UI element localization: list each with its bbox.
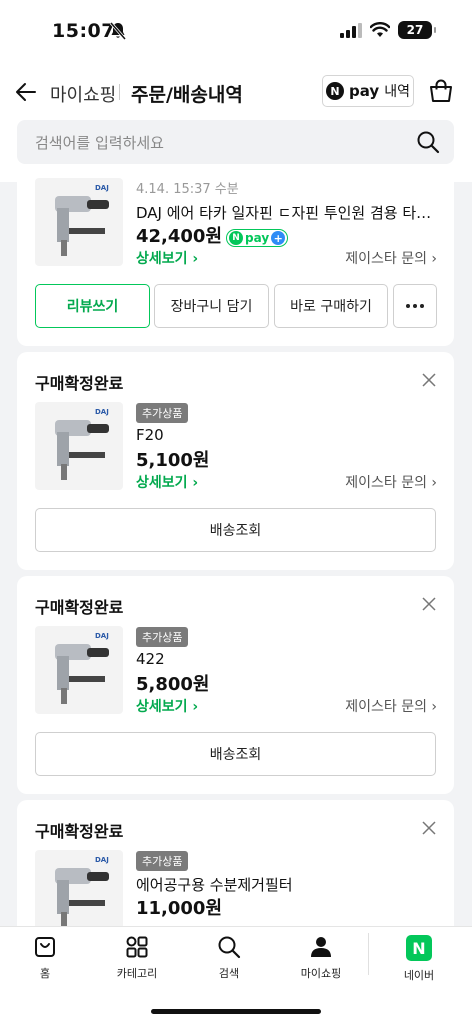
header: 마이쇼핑 주문/배송내역 N pay 내역 검색어를 입력하세요: [0, 62, 472, 182]
npay-pay-text: pay: [349, 82, 380, 100]
order-date: 4.14. 15:37 수분: [136, 182, 239, 197]
order-card: DAJ 4.14. 15:37 수분 DAJ 에어 타카 일자핀 ㄷ자핀 투인원…: [17, 178, 454, 346]
search-placeholder: 검색어를 입력하세요: [35, 134, 164, 152]
seller-inquiry-link[interactable]: 제이스타 문의 ›: [345, 248, 437, 268]
search-icon: [218, 936, 241, 959]
battery-indicator: 27: [398, 21, 436, 39]
nav-category-label: 카테고리: [116, 967, 158, 980]
product-price: 5,100원: [136, 450, 210, 471]
shopping-bag-icon[interactable]: [428, 78, 454, 104]
wifi-icon: [370, 22, 390, 37]
close-icon[interactable]: [422, 821, 436, 835]
svg-text:DAJ: DAJ: [95, 184, 109, 192]
close-icon[interactable]: [422, 597, 436, 611]
write-review-button[interactable]: 리뷰쓰기: [35, 284, 150, 328]
order-card: 구매확정완료 DAJ 추가상품 F20 5,100원 상세보기 › 제이스타 문…: [17, 352, 454, 570]
product-price: 5,800원: [136, 674, 210, 695]
close-icon[interactable]: [422, 373, 436, 387]
nav-divider: [368, 933, 369, 975]
npay-logo-icon: N: [326, 82, 345, 100]
nailer-product-image: DAJ: [55, 856, 109, 928]
order-status: 구매확정완료: [35, 598, 124, 617]
signal-icon: [340, 22, 362, 38]
status-time: 15:07: [52, 20, 115, 42]
header-divider: [119, 84, 120, 100]
nailer-product-image: DAJ: [55, 632, 109, 704]
nav-search-label: 검색: [218, 967, 240, 980]
additional-item-badge: 추가상품: [136, 851, 189, 871]
person-icon: [311, 937, 331, 957]
product-name[interactable]: F20: [136, 426, 436, 444]
nailer-product-image: DAJ: [55, 408, 109, 480]
home-bag-icon: [35, 937, 55, 957]
page-title: 주문/배송내역: [131, 84, 243, 106]
more-dots-icon: [406, 304, 424, 308]
nav-naver-label: 네이버: [403, 969, 435, 982]
product-thumbnail[interactable]: DAJ: [35, 626, 123, 714]
nav-home-label: 홈: [39, 967, 51, 980]
nav-my-shopping[interactable]: 마이쇼핑: [281, 935, 361, 981]
svg-text:DAJ: DAJ: [95, 408, 109, 416]
bottom-navigation: 홈 카테고리 검색 마이쇼핑 N 네이버: [0, 926, 472, 1024]
search-icon[interactable]: [416, 130, 440, 154]
seller-inquiry-link[interactable]: 제이스타 문의 ›: [345, 696, 437, 716]
npay-history-label: 내역: [384, 84, 410, 100]
nav-my-shopping-label: 마이쇼핑: [300, 967, 342, 980]
more-options-button[interactable]: [393, 284, 437, 328]
track-delivery-button[interactable]: 배송조회: [35, 508, 436, 552]
bell-off-icon: [110, 22, 126, 40]
additional-item-badge: 추가상품: [136, 403, 189, 423]
product-name[interactable]: 422: [136, 650, 436, 668]
home-indicator: [151, 1009, 321, 1014]
nav-search[interactable]: 검색: [189, 935, 269, 981]
product-thumbnail[interactable]: DAJ: [35, 402, 123, 490]
add-to-cart-button[interactable]: 장바구니 담기: [154, 284, 269, 328]
back-arrow-icon[interactable]: [14, 80, 38, 104]
order-card: 구매확정완료 DAJ 추가상품 에어공구용 수분제거필터 11,000원: [17, 800, 454, 938]
order-status: 구매확정완료: [35, 374, 124, 393]
category-grid-icon: [126, 936, 148, 958]
search-input[interactable]: 검색어를 입력하세요: [17, 120, 454, 164]
nav-category[interactable]: 카테고리: [97, 935, 177, 981]
npay-plus-badge: Npay +: [226, 229, 289, 247]
additional-item-badge: 추가상품: [136, 627, 189, 647]
status-bar: 15:07 27: [0, 0, 472, 62]
detail-link[interactable]: 상세보기 ›: [136, 472, 198, 492]
my-shopping-link[interactable]: 마이쇼핑: [50, 81, 116, 107]
detail-link[interactable]: 상세보기 ›: [136, 696, 198, 716]
order-status: 구매확정완료: [35, 822, 124, 841]
product-thumbnail[interactable]: DAJ: [35, 178, 123, 266]
nailer-product-image: DAJ: [55, 184, 109, 256]
buy-now-button[interactable]: 바로 구매하기: [274, 284, 388, 328]
svg-text:DAJ: DAJ: [95, 632, 109, 640]
product-name[interactable]: 에어공구용 수분제거필터: [136, 874, 436, 895]
npay-history-button[interactable]: N pay 내역: [322, 75, 414, 107]
nav-home[interactable]: 홈: [5, 935, 85, 981]
nav-naver[interactable]: N 네이버: [379, 935, 459, 983]
svg-text:DAJ: DAJ: [95, 856, 109, 864]
seller-inquiry-link[interactable]: 제이스타 문의 ›: [345, 472, 437, 492]
product-name[interactable]: DAJ 에어 타카 일자핀 ㄷ자핀 투인원 겸용 타카총 ...: [136, 202, 436, 223]
product-price: 42,400원 Npay +: [136, 222, 289, 248]
naver-n-icon: N: [406, 935, 432, 961]
product-price: 11,000원: [136, 898, 223, 919]
order-card: 구매확정완료 DAJ 추가상품 422 5,800원 상세보기 › 제이스타 문…: [17, 576, 454, 794]
track-delivery-button[interactable]: 배송조회: [35, 732, 436, 776]
product-thumbnail[interactable]: DAJ: [35, 850, 123, 938]
detail-link[interactable]: 상세보기 ›: [136, 248, 198, 268]
